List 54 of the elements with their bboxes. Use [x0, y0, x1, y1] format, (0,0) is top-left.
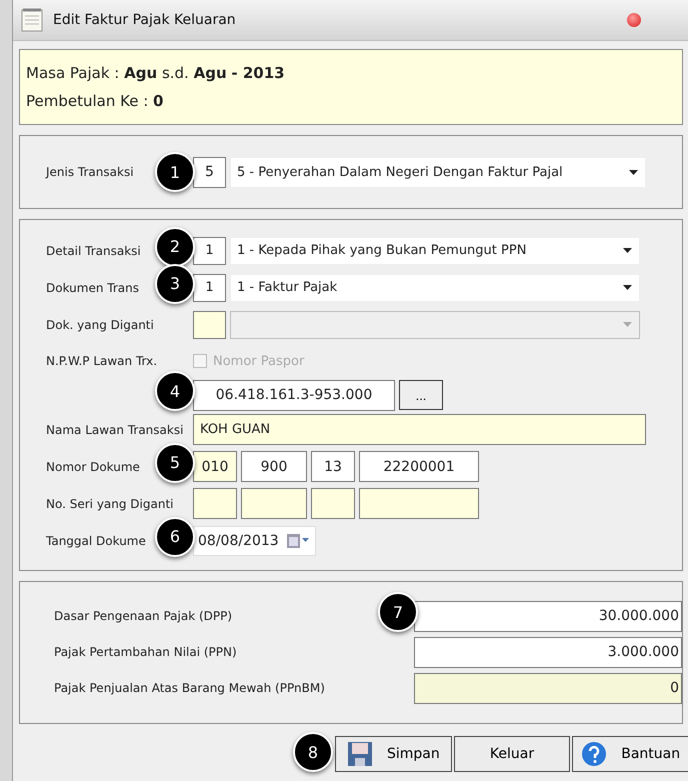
document-number-field[interactable]: 900	[241, 451, 307, 482]
field-label: Dokumen Trans	[46, 280, 139, 294]
field-label: No. Seri yang Diganti	[46, 496, 174, 510]
dropdown[interactable]: 5 - Penyerahan Dalam Negeri Dengan Faktur Pajal	[230, 156, 646, 188]
dropdown-arrow-icon[interactable]	[623, 285, 632, 290]
exit-button[interactable]: Keluar	[454, 736, 570, 772]
amount-label: Dasar Pengenaan Pajak (DPP)	[54, 609, 232, 623]
calendar-icon	[286, 534, 309, 548]
npwp-field[interactable]: 06.418.161.3-953.000	[193, 380, 395, 410]
serial-number-field[interactable]	[359, 488, 479, 519]
amount-field[interactable]: 30.000.000	[414, 600, 682, 632]
dropdown-arrow-icon[interactable]	[629, 170, 638, 174]
step-callout: 4	[155, 371, 195, 411]
step-callout: 1	[155, 152, 195, 192]
field-label: Dok. yang Diganti	[46, 318, 154, 332]
step-callout: 8	[293, 732, 333, 772]
revision-text: Pembetulan Ke : 0	[26, 92, 164, 110]
field-label: Jenis Transaksi	[46, 165, 134, 179]
notepad-icon	[21, 8, 43, 32]
help-button[interactable]: Bantuan	[572, 736, 688, 772]
code-field[interactable]: 5	[193, 156, 226, 188]
help-icon	[581, 741, 608, 767]
amount-label: Pajak Pertambahan Nilai (PPN)	[54, 645, 237, 659]
code-field[interactable]: 1	[193, 236, 226, 264]
document-number-field[interactable]: 010	[193, 451, 237, 482]
document-number-field[interactable]: 22200001	[359, 451, 479, 482]
field-label: Tanggal Dokume	[46, 534, 146, 548]
step-callout: 7	[378, 592, 418, 632]
date-field[interactable]: 08/08/2013	[193, 526, 316, 556]
dropdown[interactable]: 1 - Kepada Pihak yang Bukan Pemungut PPN	[230, 236, 640, 264]
field-label: Nomor Dokume	[46, 460, 140, 474]
field-label: Nama Lawan Transaksi	[46, 422, 184, 436]
field-label: Detail Transaksi	[46, 244, 141, 258]
tax-period-text: Masa Pajak : Agu s.d. Agu - 2013	[26, 64, 286, 82]
browse-button[interactable]: ...	[399, 380, 443, 410]
step-callout: 2	[155, 226, 195, 266]
amount-field[interactable]: 0	[414, 672, 682, 704]
step-callout: 3	[155, 264, 195, 304]
serial-number-field[interactable]	[241, 488, 307, 519]
serial-number-field[interactable]	[311, 488, 355, 519]
amount-label: Pajak Penjualan Atas Barang Mewah (PPnBM)	[54, 681, 325, 695]
step-callout: 5	[155, 442, 195, 482]
step-callout: 6	[155, 516, 195, 556]
dropdown[interactable]: 1 - Faktur Pajak	[230, 274, 640, 302]
field-label: N.P.W.P Lawan Trx.	[46, 354, 158, 368]
save-button[interactable]: Simpan	[335, 736, 452, 772]
serial-number-field[interactable]	[193, 488, 237, 519]
close-icon[interactable]	[627, 13, 641, 27]
document-number-field[interactable]: 13	[311, 451, 355, 482]
window-title: Edit Faktur Pajak Keluaran	[53, 12, 236, 28]
name-field[interactable]: KOH GUAN	[193, 414, 646, 445]
code-field[interactable]: 1	[193, 274, 226, 302]
dropdown-arrow-icon[interactable]	[623, 248, 632, 253]
amount-field[interactable]: 3.000.000	[414, 636, 682, 668]
